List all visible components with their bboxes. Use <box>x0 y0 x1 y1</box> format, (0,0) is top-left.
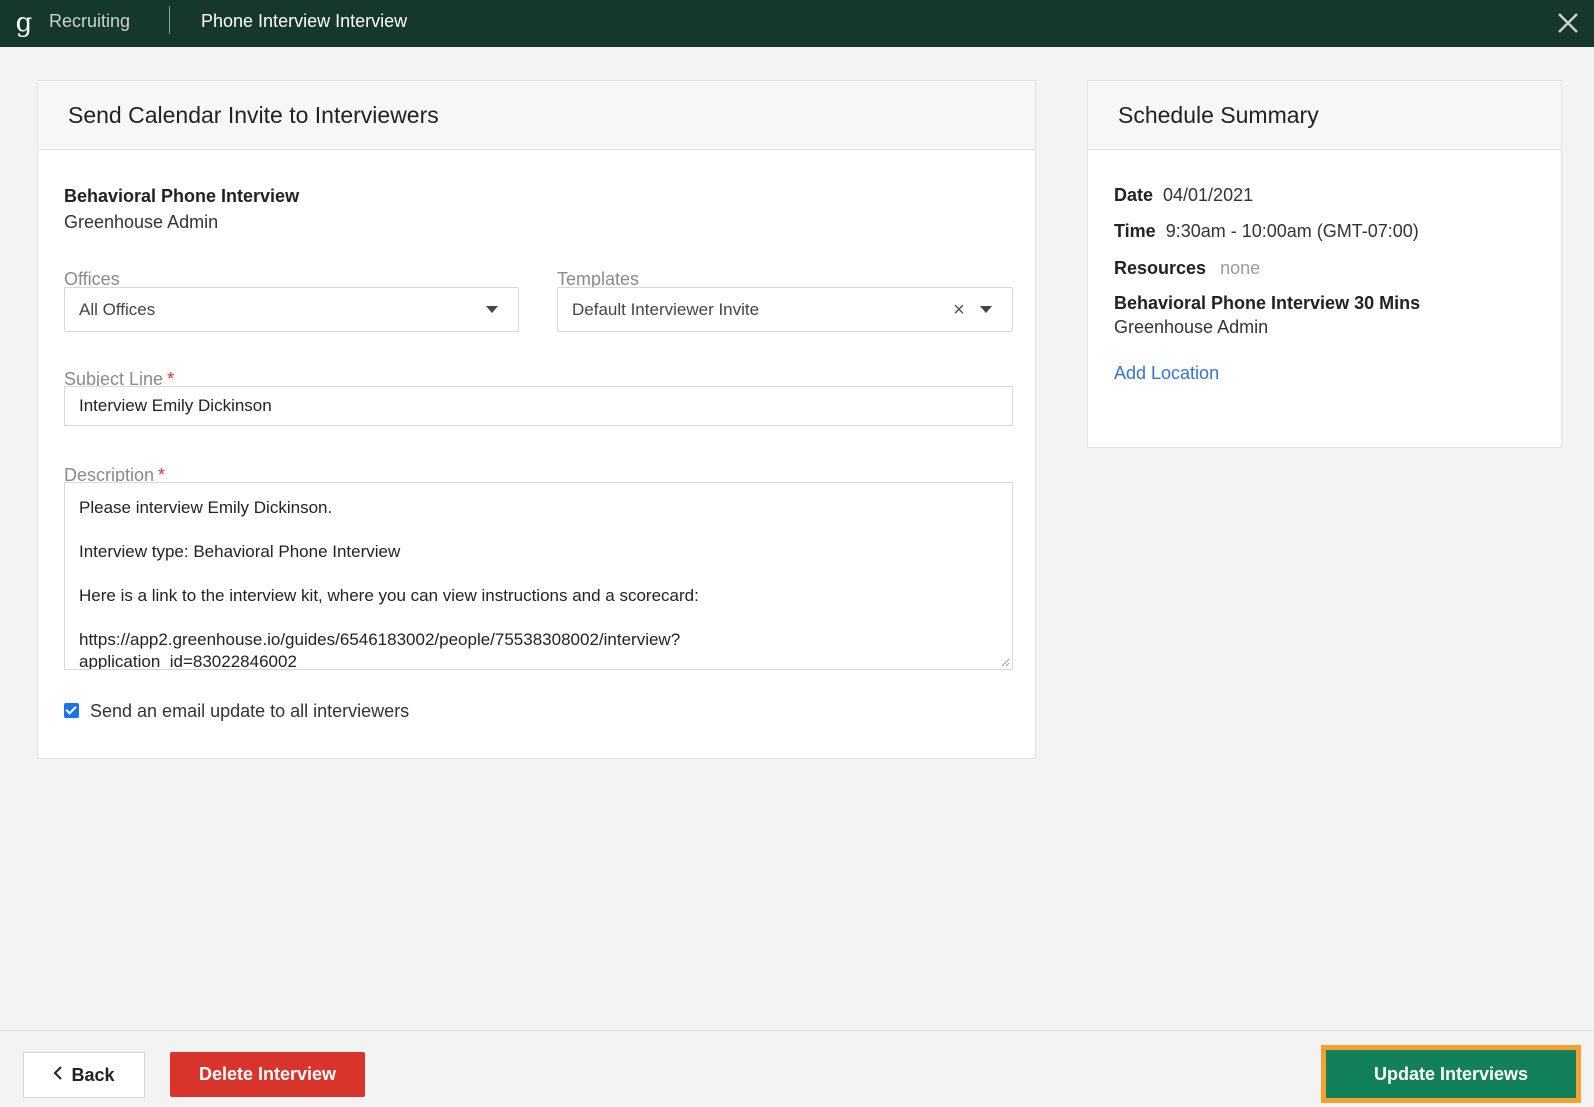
back-label: Back <box>71 1064 115 1085</box>
close-icon[interactable] <box>1554 9 1582 37</box>
summary-date: Date 04/01/2021 <box>1114 185 1253 206</box>
page-title: Phone Interview Interview <box>201 11 408 31</box>
description-line: https://app2.greenhouse.io/guides/654618… <box>79 630 681 670</box>
templates-select[interactable]: Default Interviewer Invite × <box>557 287 1013 332</box>
subject-value: Interview Emily Dickinson <box>79 396 272 415</box>
resources-value: none <box>1220 258 1261 278</box>
interviewer-name: Greenhouse Admin <box>64 212 219 232</box>
footer-bar: Back Delete Interview Update Interviews <box>0 1030 1594 1107</box>
resources-label: Resources <box>1114 258 1207 278</box>
description-textarea[interactable]: Please interview Emily Dickinson. Interv… <box>64 482 1013 670</box>
time-value: 9:30am - 10:00am (GMT-07:00) <box>1165 221 1419 241</box>
calendar-invite-card: Send Calendar Invite to Interviewers Beh… <box>37 80 1036 759</box>
card-header: Schedule Summary <box>1088 81 1561 150</box>
date-value: 04/01/2021 <box>1163 185 1254 205</box>
add-location-link[interactable]: Add Location <box>1114 363 1219 384</box>
app-name[interactable]: Recruiting <box>49 11 130 32</box>
summary-resources: Resources none <box>1114 258 1260 279</box>
delete-interview-button[interactable]: Delete Interview <box>170 1052 365 1097</box>
summary-interviewer: Greenhouse Admin <box>1114 317 1269 337</box>
offices-select[interactable]: All Offices <box>64 287 519 332</box>
chevron-down-icon <box>980 306 992 313</box>
back-button[interactable]: Back <box>23 1052 145 1098</box>
card-header: Send Calendar Invite to Interviewers <box>38 81 1035 150</box>
interview-name: Behavioral Phone Interview <box>64 186 300 206</box>
summary-interview-title: Behavioral Phone Interview 30 Mins <box>1114 293 1421 313</box>
top-bar: g Recruiting Phone Interview Interview <box>0 0 1594 47</box>
chevron-left-icon <box>53 1065 63 1086</box>
time-label: Time <box>1114 221 1156 241</box>
description-line: Interview type: Behavioral Phone Intervi… <box>79 542 401 561</box>
date-label: Date <box>1114 185 1154 205</box>
description-line: Here is a link to the interview kit, whe… <box>79 586 699 605</box>
summary-time: Time 9:30am - 10:00am (GMT-07:00) <box>1114 221 1419 242</box>
resize-handle-icon[interactable] <box>1000 657 1010 667</box>
clear-icon[interactable]: × <box>949 300 969 320</box>
update-interviews-button[interactable]: Update Interviews <box>1321 1045 1581 1103</box>
templates-value: Default Interviewer Invite <box>572 299 760 319</box>
topbar-divider <box>169 6 170 34</box>
subject-input[interactable]: Interview Emily Dickinson <box>64 386 1013 426</box>
greenhouse-logo-icon[interactable]: g <box>14 6 34 40</box>
chevron-down-icon <box>486 306 498 313</box>
email-update-checkbox[interactable] <box>64 703 79 718</box>
schedule-summary-card: Schedule Summary Date 04/01/2021 Time 9:30… <box>1087 80 1562 448</box>
offices-value: All Offices <box>79 299 156 319</box>
email-update-label[interactable]: Send an email update to all interviewers <box>90 701 409 722</box>
description-line: Please interview Emily Dickinson. <box>79 498 333 517</box>
